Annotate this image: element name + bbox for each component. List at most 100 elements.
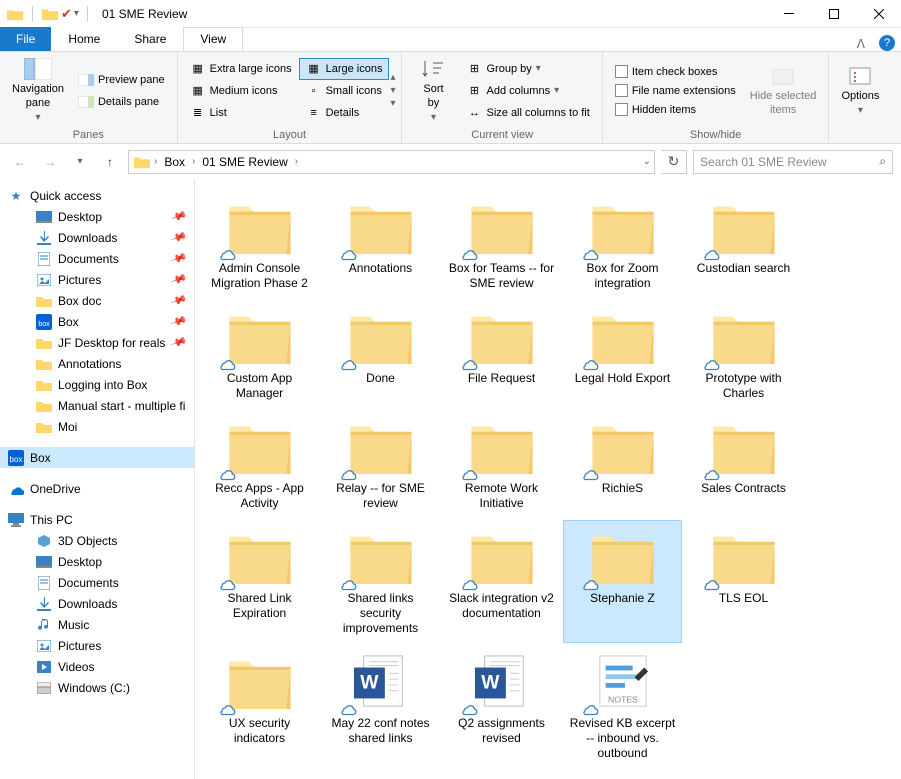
file-item[interactable]: Sales Contracts (685, 411, 802, 517)
file-item[interactable]: Prototype with Charles (685, 301, 802, 407)
file-item[interactable]: Stephanie Z (564, 521, 681, 642)
breadcrumb-segment[interactable]: Box (160, 151, 189, 173)
layout-medium[interactable]: ▦Medium icons (184, 81, 298, 101)
navigation-pane-button[interactable]: Navigation pane ▾ (6, 55, 70, 125)
file-item[interactable]: Admin Console Migration Phase 2 (201, 191, 318, 297)
tree-item[interactable]: Pictures (0, 635, 194, 656)
maximize-button[interactable] (811, 0, 856, 28)
tree-item[interactable]: JF Desktop for reals 📌 (0, 332, 194, 353)
file-item[interactable]: File Request (443, 301, 560, 407)
file-item[interactable]: Custom App Manager (201, 301, 318, 407)
layout-large[interactable]: ▦Large icons (300, 59, 389, 79)
tree-item[interactable]: Downloads 📌 (0, 227, 194, 248)
preview-pane-button[interactable]: Preview pane (72, 70, 171, 90)
file-item[interactable]: RichieS (564, 411, 681, 517)
options-button[interactable]: Options ▾ (835, 62, 885, 119)
scroll-down-icon[interactable]: ▾ (390, 85, 395, 96)
tree-item[interactable]: Documents 📌 (0, 248, 194, 269)
folder-icon (584, 417, 662, 477)
qat-customize-dropdown[interactable]: ▾ (74, 8, 79, 19)
size-columns-button[interactable]: ↔Size all columns to fit (460, 103, 595, 123)
layout-details[interactable]: ≡Details (300, 103, 389, 123)
tab-file[interactable]: File (0, 27, 51, 51)
tree-item[interactable]: Windows (C:) (0, 677, 194, 698)
tree-item[interactable]: 3D Objects (0, 530, 194, 551)
tree-this-pc[interactable]: This PC (0, 509, 194, 530)
tree-item[interactable]: Annotations (0, 353, 194, 374)
tree-item[interactable]: Desktop (0, 551, 194, 572)
tree-item[interactable]: box Box 📌 (0, 311, 194, 332)
file-list[interactable]: Admin Console Migration Phase 2 Annotati… (195, 179, 901, 779)
folder-icon (342, 417, 420, 477)
file-item[interactable]: Q2 assignments revised (443, 646, 560, 767)
address-field[interactable]: › Box › 01 SME Review › ⌄ (128, 150, 655, 174)
tree-item[interactable]: Manual start - multiple fi (0, 395, 194, 416)
tab-view[interactable]: View (183, 27, 243, 51)
tree-onedrive[interactable]: OneDrive (0, 478, 194, 499)
file-item[interactable]: Shared links security improvements (322, 521, 439, 642)
file-extensions-toggle[interactable]: File name extensions (609, 82, 742, 99)
tree-quick-access[interactable]: ★ Quick access (0, 185, 194, 206)
tree-item[interactable]: Documents (0, 572, 194, 593)
file-item[interactable]: Box for Zoom integration (564, 191, 681, 297)
layout-list[interactable]: ≣List (184, 103, 298, 123)
tree-item[interactable]: Desktop 📌 (0, 206, 194, 227)
tree-item[interactable]: Downloads (0, 593, 194, 614)
details-pane-button[interactable]: Details pane (72, 92, 171, 112)
tree-item[interactable]: Logging into Box (0, 374, 194, 395)
file-item[interactable]: UX security indicators (201, 646, 318, 767)
file-item[interactable]: Recc Apps - App Activity (201, 411, 318, 517)
minimize-button[interactable] (766, 0, 811, 28)
up-button[interactable]: ↑ (98, 150, 122, 174)
file-item[interactable]: Shared Link Expiration (201, 521, 318, 642)
qat-folder-icon[interactable] (6, 6, 24, 22)
chevron-right-icon[interactable]: › (189, 156, 198, 167)
tree-item[interactable]: Moi (0, 416, 194, 437)
file-item[interactable]: Revised KB excerpt -- inbound vs. outbou… (564, 646, 681, 767)
help-icon[interactable]: ? (879, 35, 895, 51)
back-button[interactable]: ← (8, 150, 32, 174)
file-item[interactable]: Box for Teams -- for SME review (443, 191, 560, 297)
tab-share[interactable]: Share (117, 27, 183, 51)
layout-extra-large[interactable]: ▦Extra large icons (184, 59, 298, 79)
file-item[interactable]: Remote Work Initiative (443, 411, 560, 517)
close-button[interactable] (856, 0, 901, 28)
file-item[interactable]: Done (322, 301, 439, 407)
hide-selected-button[interactable]: Hide selected items (744, 62, 823, 118)
layout-small[interactable]: ▫Small icons (300, 81, 389, 101)
navigation-tree[interactable]: ★ Quick access Desktop 📌 Downloads 📌 Doc… (0, 179, 195, 779)
file-item[interactable]: Slack integration v2 documentation (443, 521, 560, 642)
chevron-right-icon[interactable]: › (292, 156, 301, 167)
file-item[interactable]: Legal Hold Export (564, 301, 681, 407)
file-item[interactable]: Relay -- for SME review (322, 411, 439, 517)
address-history-dropdown[interactable]: ⌄ (640, 156, 654, 167)
refresh-button[interactable]: ↻ (661, 150, 687, 174)
extra-large-icons-icon: ▦ (190, 61, 206, 77)
ribbon-collapse-button[interactable]: ᐱ (847, 37, 875, 51)
file-item[interactable]: Custodian search (685, 191, 802, 297)
sort-by-button[interactable]: Sort by ▾ (408, 55, 458, 125)
tree-item[interactable]: Pictures 📌 (0, 269, 194, 290)
tree-item[interactable]: Box doc 📌 (0, 290, 194, 311)
chevron-right-icon[interactable]: › (151, 156, 160, 167)
tab-home[interactable]: Home (51, 27, 117, 51)
add-columns-button[interactable]: ⊞Add columns▾ (460, 81, 595, 101)
tree-item[interactable]: Music (0, 614, 194, 635)
hidden-items-toggle[interactable]: Hidden items (609, 101, 742, 118)
file-item[interactable]: TLS EOL (685, 521, 802, 642)
item-check-boxes-toggle[interactable]: Item check boxes (609, 63, 742, 80)
qat-properties-icon[interactable]: ✔ (61, 6, 72, 22)
cloud-status-icon (217, 355, 239, 369)
breadcrumb-segment[interactable]: 01 SME Review (198, 151, 291, 173)
scroll-up-icon[interactable]: ▴ (390, 72, 395, 83)
file-item[interactable]: Annotations (322, 191, 439, 297)
tree-box[interactable]: box Box (0, 447, 194, 468)
recent-locations-dropdown[interactable]: ▾ (68, 150, 92, 174)
qat-new-folder-icon[interactable] (41, 6, 59, 22)
group-by-button[interactable]: ⊞Group by▾ (460, 59, 595, 79)
search-field[interactable]: Search 01 SME Review ⌕ (693, 150, 893, 174)
file-item[interactable]: May 22 conf notes shared links (322, 646, 439, 767)
forward-button[interactable]: → (38, 150, 62, 174)
tree-item[interactable]: Videos (0, 656, 194, 677)
expand-gallery-icon[interactable]: ▾ (390, 98, 395, 109)
